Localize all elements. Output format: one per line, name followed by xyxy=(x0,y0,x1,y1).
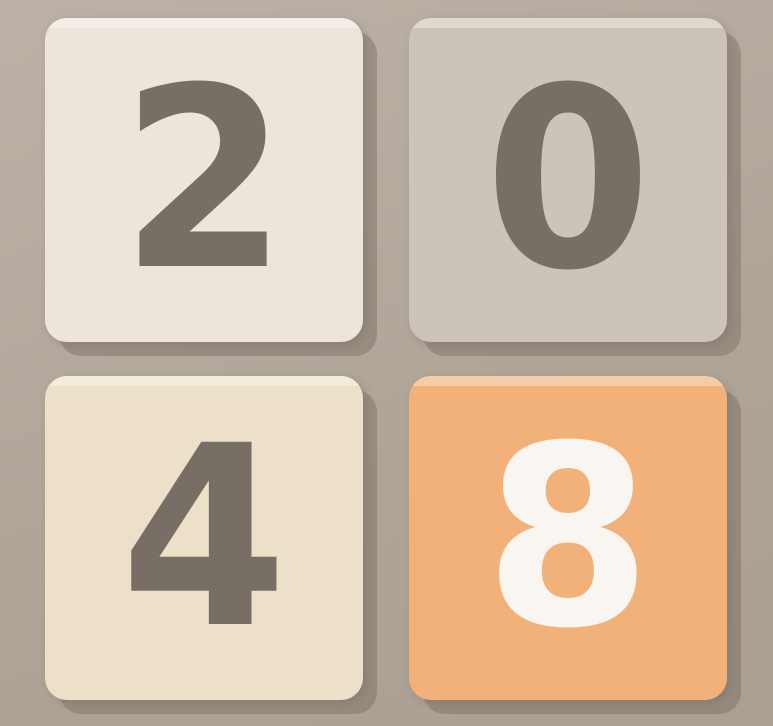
tile-value: 0 xyxy=(484,34,652,325)
tile-value: 2 xyxy=(120,34,288,325)
tile-4: 4 xyxy=(45,376,363,700)
tile-value: 4 xyxy=(120,392,288,683)
tile-2: 2 xyxy=(45,18,363,342)
game-board: 2 0 4 8 xyxy=(0,0,773,726)
tile-value: 8 xyxy=(484,392,652,683)
tile-8: 8 xyxy=(409,376,727,700)
tile-0: 0 xyxy=(409,18,727,342)
